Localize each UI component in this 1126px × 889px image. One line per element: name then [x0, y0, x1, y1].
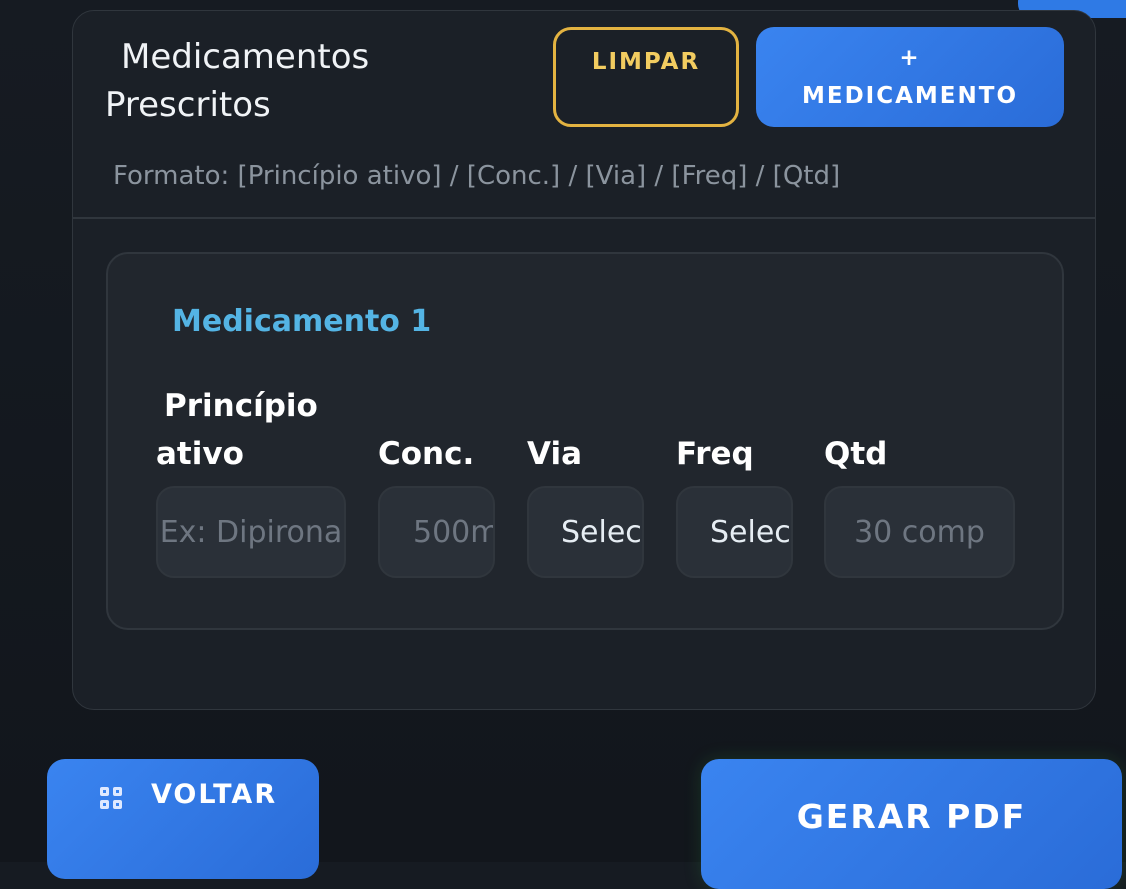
active-ingredient-label: Princípio ativo — [156, 382, 346, 478]
concentration-column: Conc. 500mg — [378, 382, 495, 578]
quantity-column: Qtd 30 comp — [824, 382, 1015, 578]
panel-title-line2: Prescritos — [105, 85, 271, 125]
clear-button[interactable]: LIMPAR — [553, 27, 739, 127]
active-ingredient-label-line2: ativo — [156, 436, 244, 472]
grid-icon — [100, 787, 122, 809]
active-ingredient-column: Princípio ativo Ex: Dipirona — [156, 382, 346, 578]
concentration-placeholder: 500mg — [413, 514, 493, 550]
active-ingredient-placeholder: Ex: Dipirona — [159, 514, 343, 550]
frequency-selected-value: Selecione — [710, 514, 791, 550]
route-column: Via Selecione — [527, 382, 644, 578]
prescribed-medications-panel: Medicamentos Prescritos LIMPAR + MEDICAM… — [72, 10, 1096, 710]
add-medication-label: MEDICAMENTO — [801, 83, 1019, 109]
format-hint: Formato: [Princípio ativo] / [Conc.] / [… — [113, 161, 841, 191]
plus-icon: + — [899, 45, 921, 71]
quantity-input[interactable]: 30 comp — [824, 486, 1015, 578]
back-button[interactable]: VOLTAR — [47, 759, 319, 879]
frequency-label: Freq — [676, 436, 754, 472]
active-ingredient-input[interactable]: Ex: Dipirona — [156, 486, 346, 578]
panel-title-line1: Medicamentos — [121, 37, 370, 77]
panel-divider — [73, 217, 1095, 219]
medication-card: Medicamento 1 Princípio ativo Ex: Dipiro… — [106, 252, 1064, 630]
back-button-label: VOLTAR — [151, 779, 278, 810]
route-label: Via — [527, 436, 582, 472]
generate-pdf-button[interactable]: GERAR PDF — [701, 759, 1122, 889]
frequency-select[interactable]: Selecione — [676, 486, 793, 578]
panel-title: Medicamentos Prescritos — [105, 33, 405, 129]
concentration-input[interactable]: 500mg — [378, 486, 495, 578]
active-ingredient-label-line1: Princípio — [164, 388, 318, 424]
frequency-column: Freq Selecione — [676, 382, 793, 578]
quantity-label: Qtd — [824, 436, 888, 472]
add-medication-button[interactable]: + MEDICAMENTO — [756, 27, 1064, 127]
route-selected-value: Selecione — [561, 514, 642, 550]
route-select[interactable]: Selecione — [527, 486, 644, 578]
concentration-label: Conc. — [378, 436, 475, 472]
medication-card-title: Medicamento 1 — [172, 304, 432, 339]
quantity-placeholder: 30 comp — [854, 514, 985, 550]
